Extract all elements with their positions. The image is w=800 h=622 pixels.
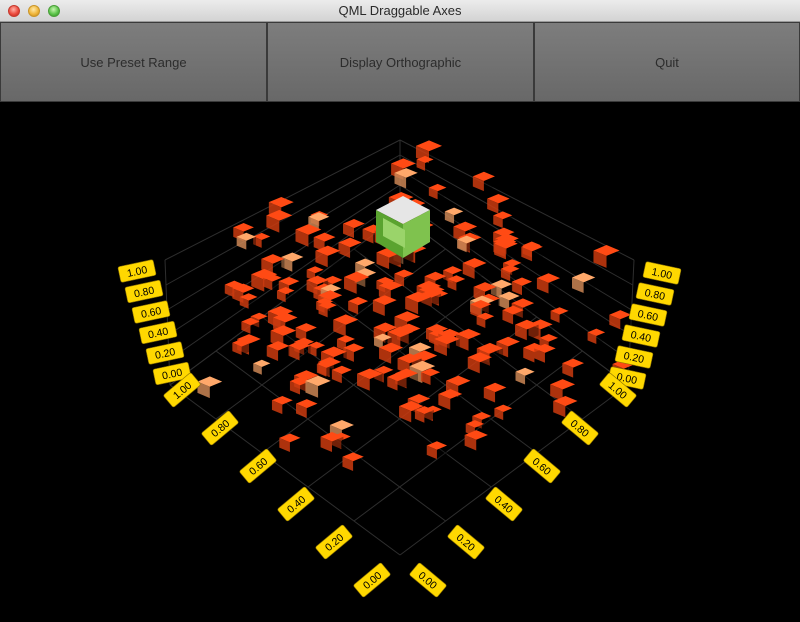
data-item-cube[interactable] (279, 433, 301, 453)
data-item-cube[interactable] (562, 358, 585, 378)
data-item-cube[interactable] (342, 452, 364, 472)
data-item-cube[interactable] (296, 399, 318, 418)
data-item-cube[interactable] (483, 382, 507, 403)
data-item-cube[interactable] (426, 441, 448, 460)
data-item-cube[interactable] (493, 211, 513, 229)
left-floor-tick-label[interactable]: 0.00 (353, 562, 391, 598)
data-item-cube[interactable] (462, 258, 487, 279)
data-item-cube[interactable] (494, 404, 513, 421)
right-vertical-tick-label[interactable]: 0.40 (621, 324, 661, 348)
left-floor-tick-label[interactable]: 0.40 (277, 486, 315, 522)
left-vertical-tick-label[interactable]: 0.60 (131, 300, 171, 324)
data-item-cube[interactable] (444, 207, 464, 224)
right-vertical-tick-label[interactable]: 0.80 (635, 282, 675, 306)
data-item-cube[interactable] (197, 376, 223, 399)
right-vertical-tick-label[interactable]: 1.00 (642, 261, 682, 285)
data-item-cube[interactable] (487, 194, 510, 214)
toolbar: Use Preset Range Display Orthographic Qu… (0, 22, 800, 102)
right-floor-tick-label[interactable]: 0.40 (485, 486, 523, 522)
data-item-cube[interactable] (515, 367, 535, 385)
data-item-cube[interactable] (550, 307, 569, 323)
left-vertical-tick-label[interactable]: 0.40 (138, 321, 178, 344)
left-vertical-tick-label[interactable]: 1.00 (117, 259, 157, 283)
title-bar[interactable]: QML Draggable Axes (0, 0, 800, 22)
data-item-cube[interactable] (271, 395, 293, 415)
display-orthographic-button[interactable]: Display Orthographic (267, 22, 534, 102)
data-item-cube[interactable] (253, 359, 271, 375)
scatter-3d-graph[interactable]: 1.00 0.80 0.60 0.40 0.20 0.00 1.00 0.80 0.60 0.40… (0, 102, 800, 622)
data-item-cube[interactable] (593, 245, 620, 268)
scatter-3d-canvas[interactable]: 1.000.800.600.400.200.001.000.800.600.40… (0, 102, 800, 622)
quit-button[interactable]: Quit (534, 22, 800, 102)
data-item-cube[interactable] (343, 218, 365, 239)
right-floor-tick-label[interactable]: 0.80 (561, 410, 599, 446)
right-floor-tick-label[interactable]: 0.20 (447, 524, 485, 560)
right-floor-tick-label[interactable]: 0.60 (523, 448, 561, 484)
left-floor-tick-label[interactable]: 0.60 (239, 448, 277, 484)
axis-labels[interactable]: 1.000.800.600.400.200.001.000.800.600.40… (117, 259, 682, 598)
app-window: QML Draggable Axes Use Preset Range Disp… (0, 0, 800, 622)
data-item-cube[interactable] (348, 296, 369, 315)
right-floor-tick-label[interactable]: 0.00 (409, 562, 447, 598)
use-preset-range-button[interactable]: Use Preset Range (0, 22, 267, 102)
left-floor-tick-label[interactable]: 0.20 (315, 524, 353, 560)
window-title: QML Draggable Axes (338, 3, 462, 18)
right-vertical-tick-label[interactable]: 0.60 (628, 303, 668, 327)
left-vertical-tick-label[interactable]: 0.20 (145, 341, 185, 365)
left-vertical-tick-label[interactable]: 0.80 (124, 280, 164, 303)
data-item-cube[interactable] (472, 171, 495, 192)
